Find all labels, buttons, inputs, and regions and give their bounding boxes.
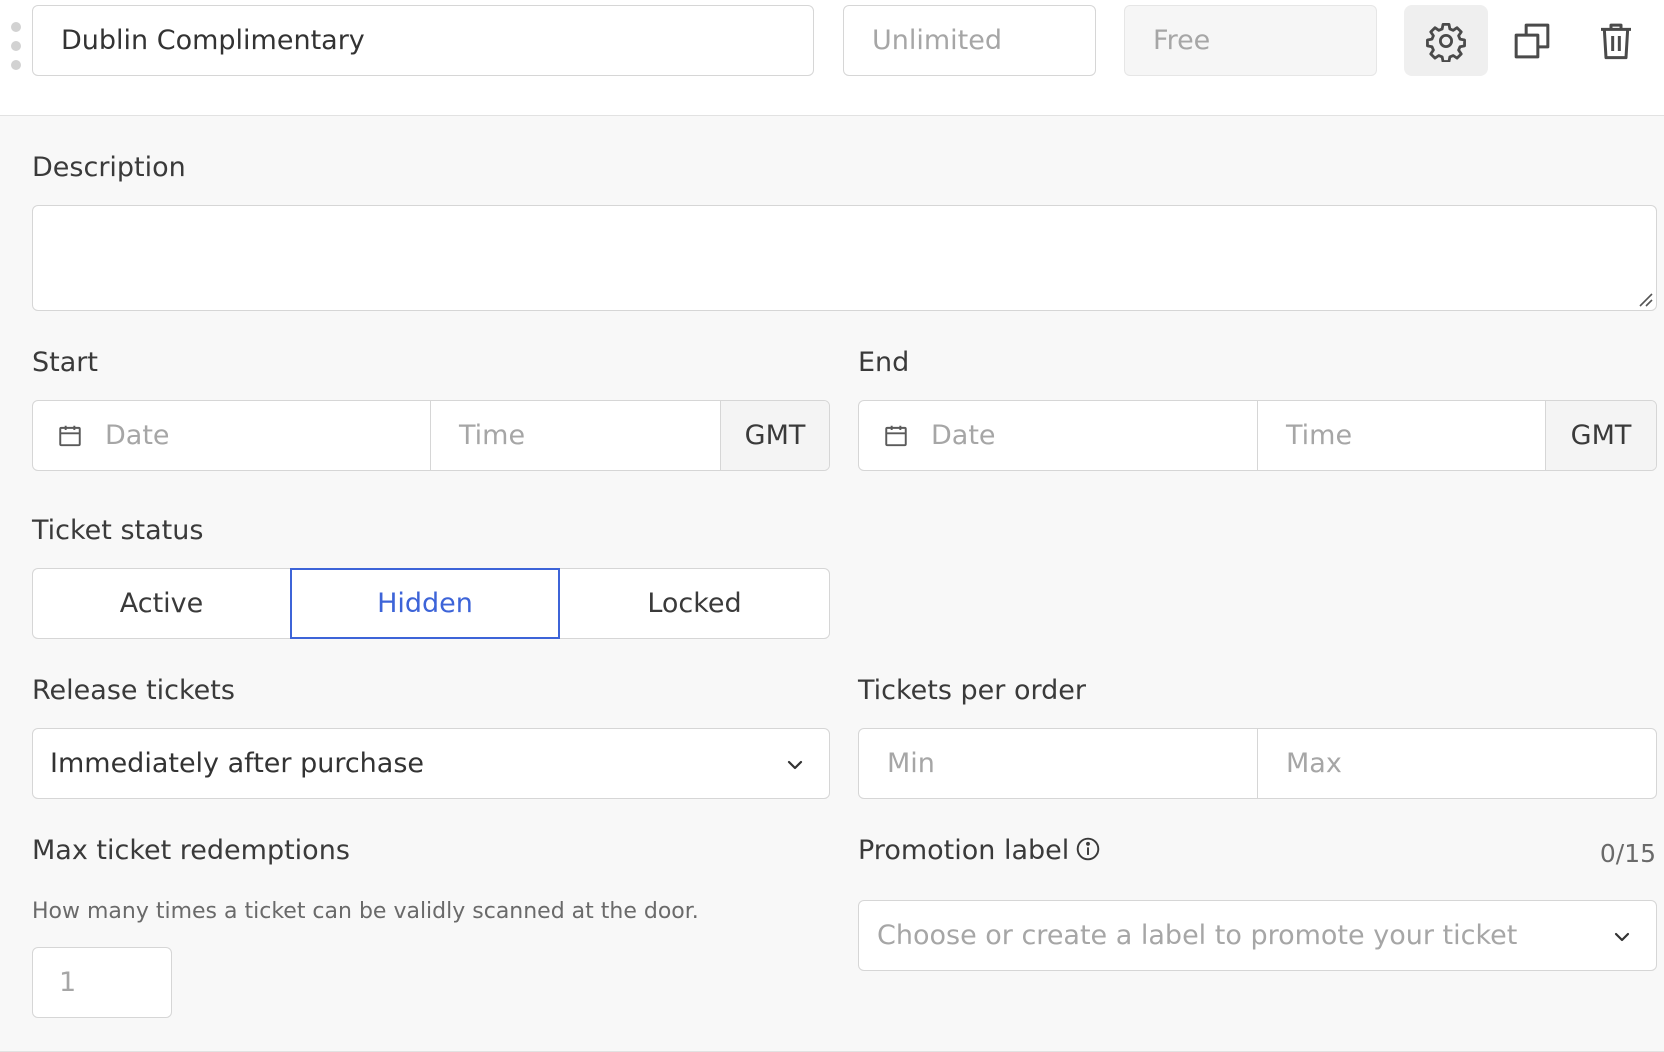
start-time-placeholder: Time: [459, 420, 526, 451]
ticket-header-row: Dublin Complimentary Unlimited Free: [0, 0, 1664, 116]
tickets-per-order-group: Min Max: [858, 728, 1657, 799]
duplicate-button[interactable]: [1490, 5, 1574, 76]
promotion-label-counter: 0/15: [1599, 839, 1656, 868]
min-tickets-input[interactable]: Min: [859, 729, 1258, 798]
status-active-button[interactable]: Active: [32, 568, 290, 639]
end-datetime-group: Date Time GMT: [858, 400, 1657, 471]
end-time-placeholder: Time: [1286, 420, 1353, 451]
promotion-label-heading: Promotion label: [858, 835, 1101, 866]
status-locked-button[interactable]: Locked: [560, 568, 830, 639]
status-hidden-button[interactable]: Hidden: [290, 568, 560, 639]
chevron-down-icon: [1614, 932, 1630, 942]
end-label: End: [858, 347, 910, 378]
max-redemptions-input[interactable]: 1: [32, 947, 172, 1018]
max-redemptions-placeholder: 1: [59, 967, 77, 998]
release-tickets-value: Immediately after purchase: [50, 748, 425, 779]
start-date-placeholder: Date: [105, 420, 170, 451]
min-tickets-placeholder: Min: [887, 748, 935, 779]
info-icon[interactable]: [1075, 836, 1101, 862]
description-label: Description: [32, 152, 186, 183]
promotion-label-placeholder: Choose or create a label to promote your…: [877, 920, 1518, 951]
tickets-per-order-label: Tickets per order: [858, 675, 1086, 706]
ticket-status-toggle: Active Hidden Locked: [32, 568, 830, 639]
end-time-input[interactable]: Time: [1258, 401, 1546, 470]
ticket-settings-panel: Description Start Date Time GMT End Date…: [0, 116, 1664, 1052]
start-date-input[interactable]: Date: [33, 401, 431, 470]
start-label: Start: [32, 347, 98, 378]
drag-handle-icon[interactable]: [10, 22, 22, 70]
calendar-icon: [57, 423, 83, 449]
max-redemptions-label: Max ticket redemptions: [32, 835, 350, 866]
ticket-quantity-placeholder: Unlimited: [872, 25, 1003, 56]
calendar-icon: [883, 423, 909, 449]
trash-icon: [1601, 23, 1631, 59]
end-timezone-label: GMT: [1570, 420, 1632, 451]
start-datetime-group: Date Time GMT: [32, 400, 830, 471]
delete-button[interactable]: [1574, 5, 1658, 76]
end-date-input[interactable]: Date: [859, 401, 1258, 470]
max-tickets-input[interactable]: Max: [1258, 729, 1656, 798]
start-timezone-label: GMT: [744, 420, 806, 451]
ticket-name-value: Dublin Complimentary: [61, 25, 365, 56]
ticket-status-label: Ticket status: [32, 515, 204, 546]
description-textarea[interactable]: [32, 205, 1657, 311]
end-timezone: GMT: [1546, 401, 1656, 470]
start-time-input[interactable]: Time: [431, 401, 721, 470]
promotion-label-text: Promotion label: [858, 835, 1070, 866]
max-tickets-placeholder: Max: [1286, 748, 1342, 779]
max-redemptions-help: How many times a ticket can be validly s…: [32, 899, 699, 924]
release-tickets-label: Release tickets: [32, 675, 235, 706]
settings-button[interactable]: [1404, 5, 1488, 76]
resize-handle-icon[interactable]: [1636, 290, 1654, 308]
ticket-price-input[interactable]: Free: [1124, 5, 1377, 76]
promotion-label-select[interactable]: Choose or create a label to promote your…: [858, 900, 1657, 971]
copy-icon: [1514, 23, 1550, 58]
chevron-down-icon: [787, 760, 803, 770]
ticket-name-input[interactable]: Dublin Complimentary: [32, 5, 814, 76]
end-date-placeholder: Date: [931, 420, 996, 451]
release-tickets-select[interactable]: Immediately after purchase: [32, 728, 830, 799]
ticket-quantity-input[interactable]: Unlimited: [843, 5, 1096, 76]
gear-icon: [1426, 22, 1466, 62]
start-timezone: GMT: [721, 401, 829, 470]
ticket-price-placeholder: Free: [1153, 25, 1211, 56]
